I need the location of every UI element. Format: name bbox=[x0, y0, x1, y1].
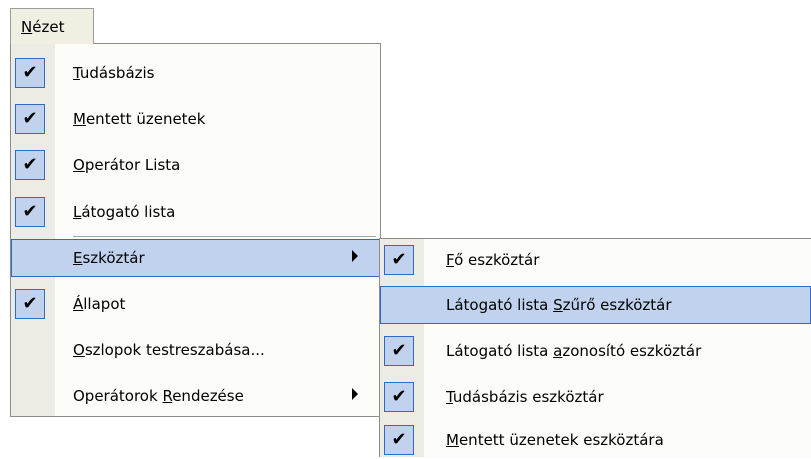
check-icon: ✔ bbox=[384, 245, 414, 275]
check-icon: ✔ bbox=[15, 197, 45, 227]
check-icon: ✔ bbox=[384, 336, 414, 366]
toolbar-submenu: ✔ Fő eszköztár Látogató lista Szűrő eszk… bbox=[379, 238, 811, 457]
menu-item-mentett-uzenetek[interactable]: ✔ Mentett üzenetek bbox=[11, 100, 380, 138]
submenu-item-szuro-eszkoztar[interactable]: Látogató lista Szűrő eszköztár bbox=[380, 286, 811, 324]
menu-item-tudasbazis[interactable]: ✔ Tudásbázis bbox=[11, 54, 380, 92]
menu-item-label: Látogató lista azonosító eszköztár bbox=[446, 342, 702, 360]
submenu-item-mentett-uzenetek-eszkoztara[interactable]: ✔ Mentett üzenetek eszköztára bbox=[380, 421, 811, 459]
menubar-label: Nézet bbox=[21, 18, 65, 36]
check-icon: ✔ bbox=[15, 58, 45, 88]
submenu-item-tudasbazis-eszkoztar[interactable]: ✔ Tudásbázis eszköztár bbox=[380, 378, 811, 416]
check-icon: ✔ bbox=[15, 150, 45, 180]
submenu-arrow-icon bbox=[352, 388, 358, 400]
menu-item-label: Fő eszköztár bbox=[446, 251, 540, 269]
menu-item-label: Oszlopok testreszabása... bbox=[73, 341, 265, 359]
menu-item-allapot[interactable]: ✔ Állapot bbox=[11, 285, 380, 323]
menu-separator bbox=[73, 236, 376, 237]
menu-item-oszlopok-testreszabasa[interactable]: Oszlopok testreszabása... bbox=[11, 331, 380, 369]
menubar-item-nezet[interactable]: Nézet bbox=[10, 8, 94, 44]
submenu-arrow-icon bbox=[352, 250, 358, 262]
submenu-item-azonosito-eszkoztar[interactable]: ✔ Látogató lista azonosító eszköztár bbox=[380, 332, 811, 370]
check-icon: ✔ bbox=[384, 425, 414, 455]
menu-item-label: Eszköztár bbox=[73, 249, 145, 267]
menu-item-label: Látogató lista bbox=[73, 203, 176, 221]
check-icon: ✔ bbox=[15, 104, 45, 134]
menu-item-label: Tudásbázis bbox=[73, 64, 155, 82]
menu-item-label: Állapot bbox=[73, 295, 126, 313]
check-icon: ✔ bbox=[384, 382, 414, 412]
menu-item-label: Mentett üzenetek eszköztára bbox=[446, 431, 664, 449]
menu-item-operator-lista[interactable]: ✔ Operátor Lista bbox=[11, 146, 380, 184]
menu-item-label: Operátorok Rendezése bbox=[73, 387, 244, 405]
menu-item-label: Látogató lista Szűrő eszköztár bbox=[446, 296, 672, 314]
menu-item-label: Operátor Lista bbox=[73, 156, 181, 174]
submenu-item-fo-eszkoztar[interactable]: ✔ Fő eszköztár bbox=[380, 241, 811, 279]
view-menu: ✔ Tudásbázis ✔ Mentett üzenetek ✔ Operát… bbox=[10, 43, 381, 417]
menu-item-label: Tudásbázis eszköztár bbox=[446, 388, 604, 406]
check-icon: ✔ bbox=[15, 289, 45, 319]
menu-item-label: Mentett üzenetek bbox=[73, 110, 206, 128]
menu-item-operatorok-rendezese[interactable]: Operátorok Rendezése bbox=[11, 377, 380, 415]
menu-item-latogato-lista[interactable]: ✔ Látogató lista bbox=[11, 193, 380, 231]
menu-item-eszkoztar[interactable]: Eszköztár bbox=[11, 239, 380, 277]
